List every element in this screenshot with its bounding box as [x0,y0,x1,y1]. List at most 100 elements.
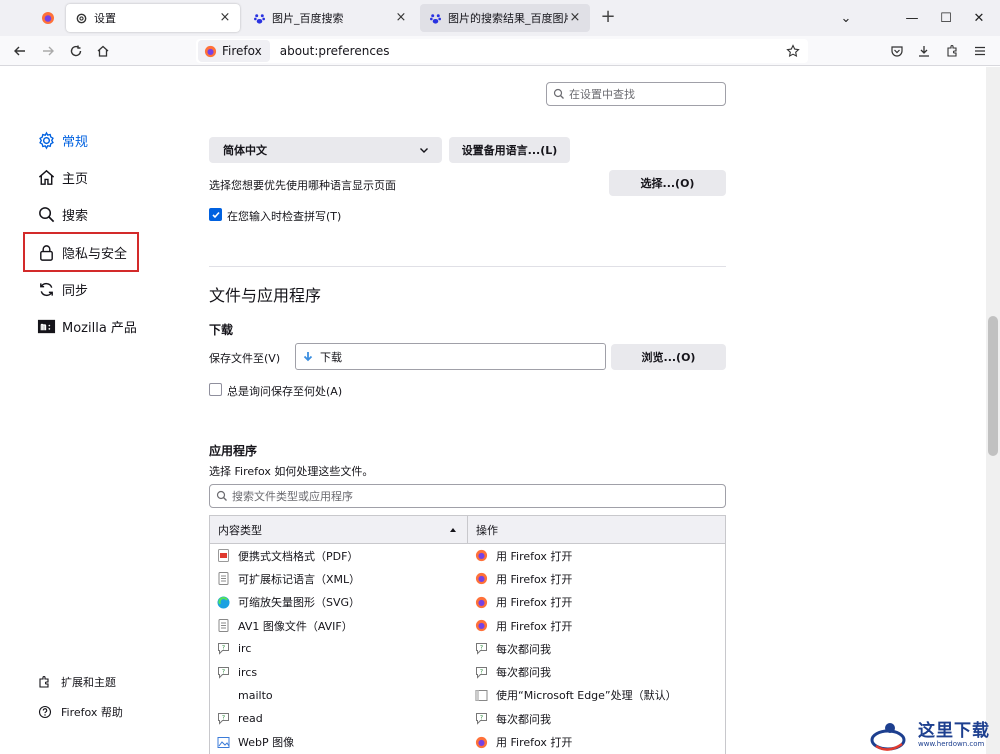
back-button[interactable] [10,41,30,61]
pdf-icon [217,549,230,563]
check-icon [211,211,220,218]
firefox-icon [475,736,488,749]
action-label: 用 Firefox 打开 [496,736,573,750]
cell-action[interactable]: 用 Firefox 打开 [468,548,572,564]
menu-button[interactable] [970,41,990,61]
table-header: 内容类型 操作 [210,516,725,544]
tab-strip: 设置 × 图片_百度搜索 × 图片的搜索结果_百度图片搜索 × + ⌄ — ☐ … [0,0,1000,36]
sidebar-item-sync[interactable]: 同步 [36,279,88,299]
cell-content-type: AV1 图像文件（AVIF） [210,618,468,634]
cell-action[interactable]: 用 Firefox 打开 [468,594,572,610]
sidebar-help-link[interactable]: Firefox 帮助 [37,704,123,720]
language-selected: 简体中文 [223,144,267,157]
close-window-button[interactable]: ✕ [967,6,991,30]
scrollbar-thumb[interactable] [988,316,998,456]
list-tabs-button[interactable]: ⌄ [834,6,858,30]
language-select[interactable]: 简体中文 [209,137,442,163]
minimize-button[interactable]: — [900,6,924,30]
action-label: 用 Firefox 打开 [496,549,573,563]
column-header-label: 操作 [476,523,498,537]
table-row[interactable]: 可缩放矢量图形（SVG） 用 Firefox 打开 [210,591,725,614]
action-label: 用 Firefox 打开 [496,596,573,610]
sidebar-item-home[interactable]: 主页 [36,167,88,187]
action-label: 每次都问我 [496,642,551,656]
downloads-button[interactable] [914,41,934,61]
divider [209,266,726,267]
search-icon [36,204,56,224]
content-type-label: 可扩展标记语言（XML） [238,572,361,586]
hamburger-icon [975,46,985,56]
pocket-icon [891,46,903,57]
new-tab-button[interactable]: + [598,8,618,28]
action-label: 每次都问我 [496,666,551,680]
download-folder-value: 下载 [320,350,342,364]
apps-search-input[interactable]: 搜索文件类型或应用程序 [209,484,726,508]
sidebar-item-search[interactable]: 搜索 [36,204,88,224]
extensions-button[interactable] [942,41,962,61]
column-header-action[interactable]: 操作 [468,516,498,543]
svg-text:?: ? [222,715,225,722]
table-row[interactable]: AV1 图像文件（AVIF） 用 Firefox 打开 [210,614,725,637]
cell-action[interactable]: ? 每次都问我 [468,641,551,657]
close-tab-icon[interactable]: × [394,11,408,25]
bookmark-star-button[interactable] [783,41,803,61]
cell-action[interactable]: ? 每次都问我 [468,664,551,680]
forward-button[interactable] [38,41,58,61]
column-header-type[interactable]: 内容类型 [210,516,468,543]
content-type-label: mailto [238,688,273,702]
home-icon [36,167,56,187]
cell-action[interactable]: 使用“Microsoft Edge”处理（默认） [468,687,677,703]
arrow-right-icon [43,46,54,56]
table-row[interactable]: 可扩展标记语言（XML） 用 Firefox 打开 [210,567,725,590]
table-row[interactable]: ? ircs? 每次都问我 [210,660,725,683]
close-tab-icon[interactable]: × [568,11,582,25]
action-label: 用 Firefox 打开 [496,572,573,586]
sidebar-item-mozilla[interactable]: Mozilla 产品 [36,316,137,336]
cell-action[interactable]: ? 每次都问我 [468,711,551,727]
firefox-view-tab[interactable] [36,4,60,32]
cell-action[interactable]: 用 Firefox 打开 [468,618,572,634]
cell-action[interactable]: 用 Firefox 打开 [468,571,572,587]
alt-language-button[interactable]: 设置备用语言...(L) [449,137,570,163]
table-row[interactable]: 便携式文档格式（PDF） 用 Firefox 打开 [210,544,725,567]
cell-action[interactable]: 用 Firefox 打开 [468,734,572,750]
browse-button[interactable]: 浏览...(O) [611,344,726,370]
chevron-down-icon [420,148,428,153]
table-row[interactable]: mailto 使用“Microsoft Edge”处理（默认） [210,684,725,707]
url-bar[interactable]: Firefox about:preferences [196,39,808,63]
settings-search-placeholder: 在设置中查找 [569,88,635,101]
gear-icon [74,11,88,25]
tab-settings[interactable]: 设置 × [66,4,240,32]
files-section-title: 文件与应用程序 [209,286,322,305]
pocket-button[interactable] [887,41,907,61]
watermark-sub: www.herdown.com [918,740,985,748]
table-row[interactable]: WebP 图像 用 Firefox 打开 [210,730,725,753]
table-row[interactable]: ? read? 每次都问我 [210,707,725,730]
sidebar-extensions-link[interactable]: 扩展和主题 [37,674,116,690]
reload-button[interactable] [66,41,86,61]
table-row[interactable]: ? irc? 每次都问我 [210,637,725,660]
sidebar-item-general[interactable]: 常规 [36,130,88,150]
identity-badge[interactable]: Firefox [198,40,270,62]
home-button[interactable] [93,41,113,61]
spellcheck-checkbox[interactable] [209,208,222,221]
svg-text:?: ? [480,668,483,675]
tab-baidu-images[interactable]: 图片的搜索结果_百度图片搜索 × [420,4,590,32]
always-ask-checkbox[interactable] [209,383,222,396]
ask-icon: ? [217,712,230,725]
cell-content-type: ? ircs [210,666,468,679]
tab-baidu-search[interactable]: 图片_百度搜索 × [244,4,416,32]
ask-icon: ? [475,642,488,656]
close-tab-icon[interactable]: × [218,11,232,25]
tab-title: 设置 [94,12,116,25]
tab-title: 图片的搜索结果_百度图片搜索 [448,12,568,25]
maximize-button[interactable]: ☐ [934,6,958,30]
choose-language-button[interactable]: 选择...(O) [609,170,726,196]
gear-icon [36,130,56,150]
svg-text:?: ? [480,715,483,722]
action-label: 每次都问我 [496,712,551,726]
firefox-icon [475,596,488,609]
settings-search-input[interactable]: 在设置中查找 [546,82,726,106]
download-folder-field: 下载 [295,343,606,370]
cell-content-type: mailto [210,689,468,702]
